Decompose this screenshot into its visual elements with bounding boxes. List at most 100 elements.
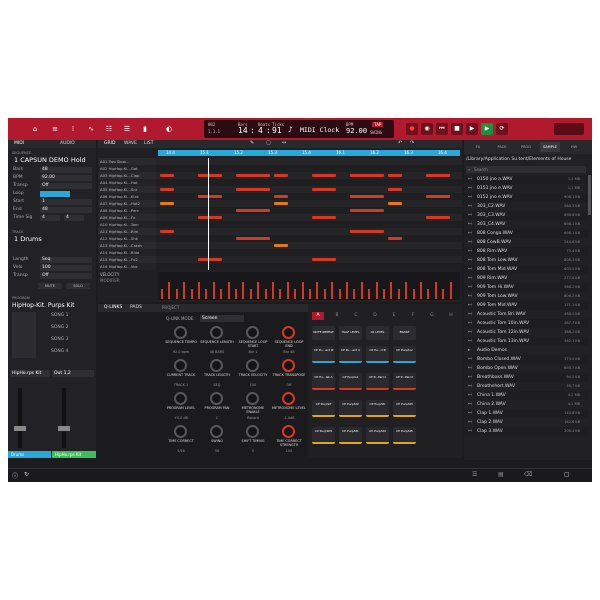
lane[interactable]: A13 HipHop.Ki...Crash [98,242,462,249]
lane[interactable]: A09 HipHop.Ki...Fx [98,214,462,221]
lane-label[interactable]: A11 HipHop.Ki...Rim [98,228,156,235]
knob[interactable] [210,326,223,339]
qlink-mode-select[interactable]: Screen [200,315,244,322]
note[interactable] [274,202,288,205]
overdub-icon[interactable]: ◉ [421,123,433,135]
lane-label[interactable]: A05 HipHop.Ki...Snr [98,186,156,193]
channel-strip-drums[interactable]: Drums [8,451,51,458]
velocity-bar[interactable] [353,289,356,299]
lane-label[interactable]: A12 HipHop.Ki...Shk [98,235,156,242]
pad-bank-C[interactable]: C [350,312,362,320]
tab-wave[interactable]: WAVE [124,141,137,146]
velocity-bar[interactable] [294,289,297,299]
midi-clock[interactable]: MIDI Clock [300,126,339,134]
file-row[interactable]: ↤ 303_C4.WAV 698.1 KB [464,220,588,229]
scrollbar[interactable] [588,175,591,215]
row-value[interactable]: 48 [40,207,92,213]
velocity-bar[interactable] [442,289,445,299]
file-row[interactable]: ↤ Acoustic Tom Bri.WAV 458.5 KB [464,310,588,319]
file-row[interactable]: ↤ 303_C2.WAV 584.3 KB [464,202,588,211]
track-row-transp[interactable]: Transp Off [10,273,94,280]
file-row[interactable]: ↤ 808 CowB.WAV 244.6 KB [464,238,588,247]
levels-icon[interactable]: ▮ [140,124,150,134]
timeline-ruler[interactable]: 14.4 15.1 15.2 15.3 15.4 16.1 16.2 16.3 16.4 [158,150,460,156]
browser-icon[interactable]: ◐ [164,124,174,134]
track-name[interactable]: 1 Drums [14,235,42,243]
browser-tab[interactable]: PROG [516,142,536,152]
lane-label[interactable]: A08 HipHop.Ki...Perc [98,207,156,214]
file-row[interactable]: ↤ China 1.WAV 4.2 MB [464,391,588,400]
lane[interactable]: A08 HipHop.Ki...Perc [98,207,462,214]
note[interactable] [312,188,336,191]
note[interactable] [426,195,450,198]
velocity-bar[interactable] [316,282,319,299]
velocity-bar[interactable] [360,282,363,299]
stop-icon[interactable]: ■ [451,123,463,135]
tap-button[interactable]: TAP [372,122,384,127]
song-4[interactable]: SONG 4 [48,349,88,356]
velocity-bar[interactable] [412,289,415,299]
velocity-bar[interactable] [175,289,178,299]
velocity-bar[interactable] [212,282,215,299]
record-icon[interactable]: ● [406,123,418,135]
lane-label[interactable]: A16 HipHop.Ki...Vox [98,263,156,270]
velocity-bar[interactable] [235,289,237,299]
velocity-bar[interactable] [368,289,371,299]
lane-label[interactable]: A03 HipHop.Ki...Clap [98,172,156,179]
play-active-icon[interactable]: ▶ [481,123,493,135]
note[interactable] [198,216,222,219]
row-value[interactable]: Off [40,273,92,279]
velocity-bar[interactable] [405,282,408,299]
tab-grid[interactable]: GRID [104,141,115,146]
pad[interactable]: CP Pu...lat A [312,373,335,390]
velocity-bar[interactable] [220,289,223,299]
pad[interactable]: CP P...Perc2 [393,373,416,390]
arrow-icon[interactable]: ↔ [282,140,286,146]
velocity-bar[interactable] [286,282,289,299]
knob[interactable] [174,326,187,339]
sample-edit-icon[interactable]: ∿ [86,124,96,134]
file-row[interactable]: ↤ 808 Rim.WAV 70.4 KB [464,247,588,256]
modifier-label[interactable]: MODIFIER [100,278,120,283]
lane-label[interactable]: A10 HipHop.Ki...Tom [98,221,156,228]
knob[interactable] [246,359,259,372]
song-2[interactable]: SONG 2 [48,325,88,332]
file-row[interactable]: ↤ 0151 jno e.WAV 1.1 MB [464,184,588,193]
tab-qlinks[interactable]: Q-LINKS [104,305,122,310]
pad-bank-E[interactable]: E [388,312,400,320]
solo-button[interactable]: SOLO [66,283,90,289]
knob[interactable] [246,392,259,405]
file-row[interactable]: ↤ Breathbass.WAV 94.5 KB [464,373,588,382]
grid-icon[interactable]: ⁞ [68,124,78,134]
note[interactable] [274,174,288,177]
seq-row-transp[interactable]: Transp Off [10,183,94,190]
lane-label[interactable]: A01 Two Slow... [98,158,156,165]
pad[interactable]: CP PurpG1 [339,373,362,390]
redo-icon[interactable]: ↻ [24,471,29,478]
pad[interactable]: CP P...Perc1 [366,373,389,390]
velocity-bar[interactable] [375,282,378,299]
browser-tab[interactable]: FX [468,142,488,152]
knob[interactable] [210,392,223,405]
knob[interactable] [282,359,295,372]
row-value[interactable]: 1 [40,199,92,205]
velocity-bar[interactable] [190,289,193,299]
lane[interactable]: A07 HipHop.Ki...Hat2 [98,200,462,207]
lane-label[interactable]: A13 HipHop.Ki...Crash [98,242,156,249]
file-row[interactable]: ↤ 909 Tom Low.WAV 806.2 KB [464,292,588,301]
note[interactable] [274,244,288,247]
velocity-bar[interactable] [264,289,267,299]
pad[interactable]: CP PurpSt3 [393,400,416,417]
channel-mixer-icon[interactable]: ☰ [122,124,132,134]
pad[interactable]: CP Pu...d B [366,346,389,363]
velocity-lane[interactable] [158,272,460,300]
pad-function[interactable]: HALF LEVEL [339,326,362,340]
output-select[interactable]: Out 1,2 [52,370,94,377]
lane[interactable]: A03 HipHop.Ki...Clap [98,172,462,179]
file-row[interactable]: ↤ China 2.WAV 4.1 MB [464,400,588,409]
file-row[interactable]: ↤ Clap 2.WAV 162.6 KB [464,418,588,427]
note[interactable] [350,195,384,198]
pad-bank-A[interactable]: A [312,312,324,320]
knob[interactable] [210,359,223,372]
bpm-value[interactable]: 92.00 [346,127,367,135]
